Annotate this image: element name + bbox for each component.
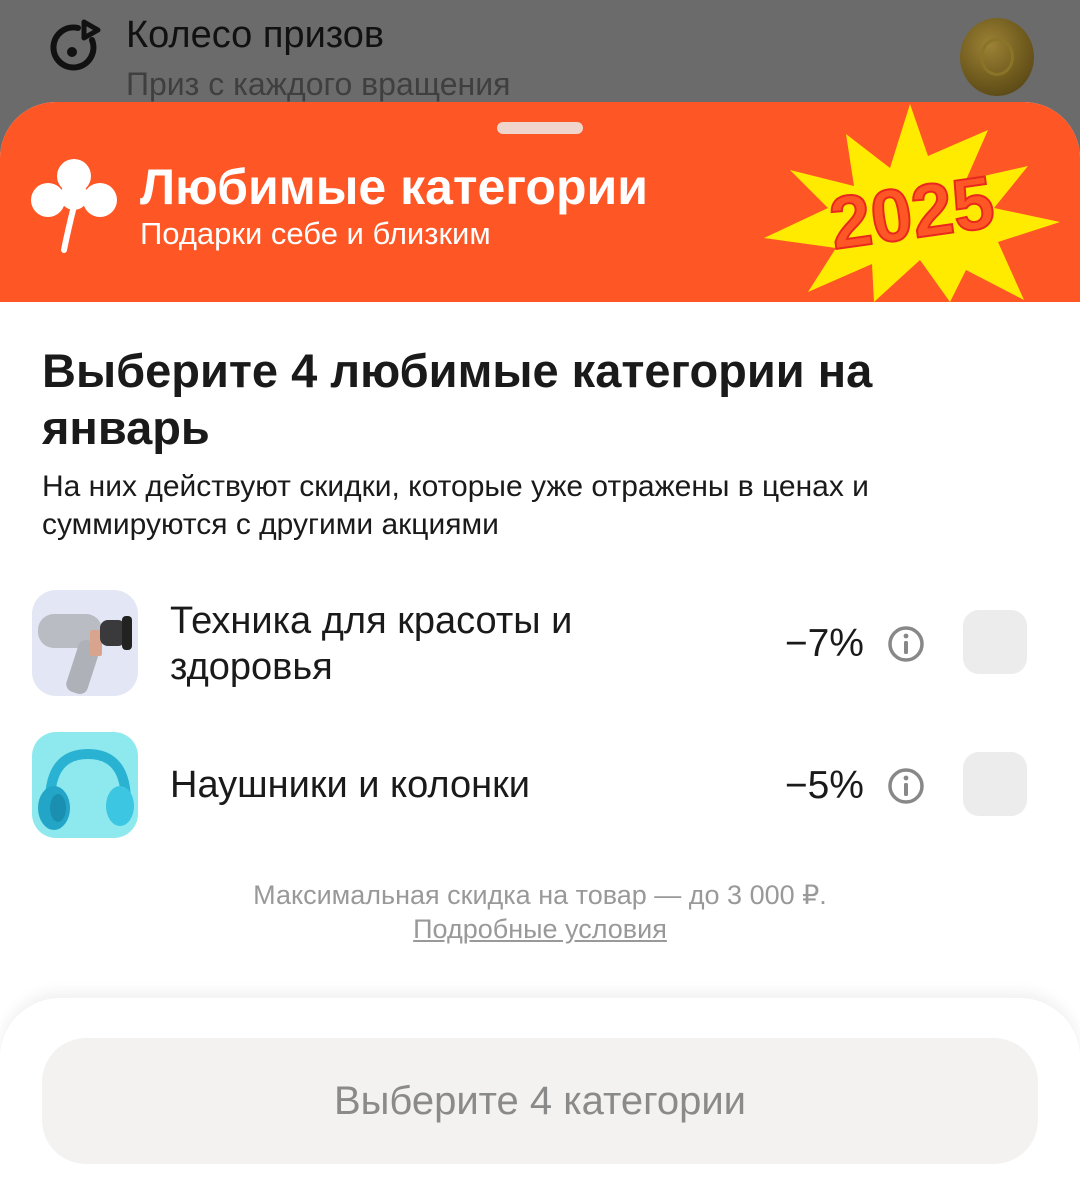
promo-banner: Любимые категории Подарки себе и близким… <box>0 102 1080 302</box>
banner-title: Любимые категории <box>140 159 648 215</box>
conditions-link[interactable]: Подробные условия <box>413 914 667 944</box>
category-checkbox[interactable] <box>963 752 1027 816</box>
hair-dryer-icon <box>38 614 132 694</box>
headphones-icon <box>38 748 134 830</box>
page-heading: Выберите 4 любимые категории на январь <box>42 344 873 454</box>
prize-wheel-title: Колесо призов <box>126 14 385 56</box>
max-discount-text: Максимальная скидка на товар — до 3 000 … <box>253 880 827 910</box>
category-name: Техника для красоты и здоровья <box>170 600 573 688</box>
prize-wheel-row[interactable]: Колесо призов Приз с каждого вращения <box>0 0 1080 110</box>
hair-dryer-thumbnail <box>32 590 138 696</box>
page-description: На них действуют скидки, которые уже отр… <box>42 470 869 541</box>
new-year-burst-badge: 2025 <box>764 104 1060 302</box>
coin-icon <box>960 18 1034 96</box>
category-discount: −7% <box>784 622 864 665</box>
prize-wheel-subtitle: Приз с каждого вращения <box>126 66 511 102</box>
prize-wheel-icon <box>50 19 101 71</box>
clover-logo-icon <box>31 159 117 253</box>
category-checkbox[interactable] <box>963 610 1027 674</box>
info-icon[interactable] <box>886 624 926 664</box>
category-row[interactable]: Техника для красоты и здоровья −7% <box>0 590 1080 700</box>
sheet-drag-handle[interactable] <box>497 122 583 134</box>
sheet-footer: Выберите 4 категории <box>0 998 1080 1200</box>
choose-categories-button[interactable]: Выберите 4 категории <box>42 1038 1038 1164</box>
category-discount: −5% <box>784 764 864 807</box>
discount-note: Максимальная скидка на товар — до 3 000 … <box>0 878 1080 946</box>
headphones-thumbnail <box>32 732 138 838</box>
banner-subtitle: Подарки себе и близким <box>140 216 491 251</box>
info-icon[interactable] <box>886 766 926 806</box>
favorite-categories-sheet: Любимые категории Подарки себе и близким… <box>0 102 1080 1200</box>
category-name: Наушники и колонки <box>170 764 530 806</box>
category-row[interactable]: Наушники и колонки −5% <box>0 732 1080 842</box>
